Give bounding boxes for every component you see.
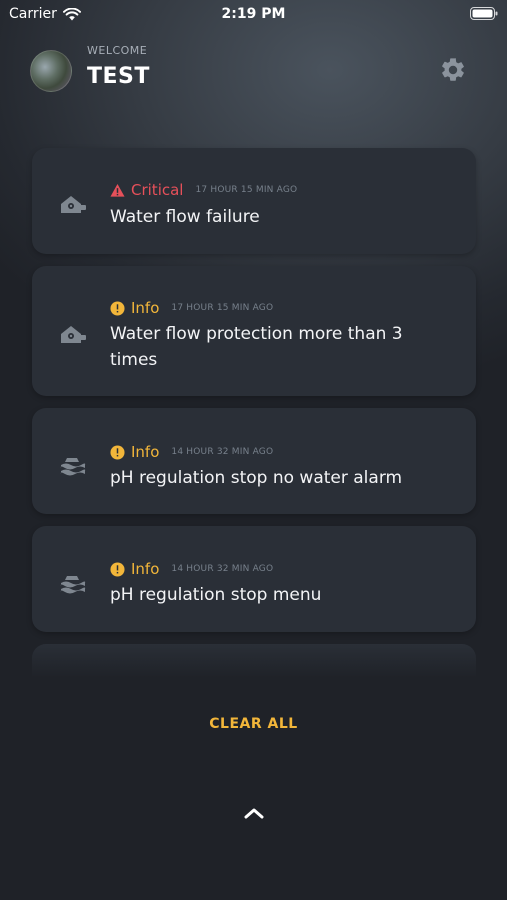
notification-card[interactable]: Info 14 HOUR 32 MIN AGO pH regulation st…	[32, 526, 476, 632]
timestamp: 14 HOUR 32 MIN AGO	[171, 564, 274, 574]
notification-meta: Info 14 HOUR 32 MIN AGO	[110, 560, 273, 578]
timestamp: 17 HOUR 15 MIN AGO	[195, 185, 298, 195]
notification-card[interactable]: Critical 17 HOUR 15 MIN AGO Water flow f…	[32, 148, 476, 254]
battery-icon	[470, 7, 498, 20]
house-pump-icon	[61, 326, 86, 343]
notification-card[interactable]: Info 17 HOUR 15 MIN AGO Water flow prote…	[32, 266, 476, 396]
header: WELCOME TEST	[30, 44, 477, 100]
clock: 2:19 PM	[221, 6, 286, 22]
info-icon	[110, 561, 125, 577]
ph-regulation-icon	[60, 576, 86, 594]
notification-card[interactable]: Info 14 HOUR 32 MIN AGO pH regulation st…	[32, 408, 476, 514]
ph-regulation-icon	[60, 458, 86, 476]
severity-label: Critical	[131, 181, 184, 199]
severity-label: Info	[131, 299, 160, 317]
info-icon	[110, 444, 125, 460]
username: TEST	[87, 64, 150, 89]
notification-title: pH regulation stop menu	[110, 585, 322, 605]
status-bar: Carrier 2:19 PM	[0, 0, 507, 28]
clear-all-button[interactable]: CLEAR ALL	[0, 716, 507, 732]
timestamp: 14 HOUR 32 MIN AGO	[171, 447, 274, 457]
welcome-label: WELCOME	[87, 44, 148, 57]
info-icon	[110, 300, 125, 316]
notification-title: Water flow protection more than 3 times	[110, 324, 403, 370]
gear-icon[interactable]	[439, 56, 467, 84]
house-pump-icon	[61, 196, 86, 213]
notification-title: Water flow failure	[110, 207, 260, 227]
chevron-up-icon[interactable]	[243, 806, 265, 820]
severity-label: Info	[131, 443, 160, 461]
notification-meta: Info 14 HOUR 32 MIN AGO	[110, 443, 273, 461]
notification-meta: Critical 17 HOUR 15 MIN AGO	[110, 181, 297, 199]
severity-label: Info	[131, 560, 160, 578]
notification-title: pH regulation stop no water alarm	[110, 468, 403, 488]
warning-icon	[110, 183, 125, 197]
avatar[interactable]	[30, 50, 72, 92]
notification-meta: Info 17 HOUR 15 MIN AGO	[110, 299, 273, 317]
timestamp: 17 HOUR 15 MIN AGO	[171, 303, 274, 313]
notification-card-partial[interactable]	[32, 644, 476, 678]
